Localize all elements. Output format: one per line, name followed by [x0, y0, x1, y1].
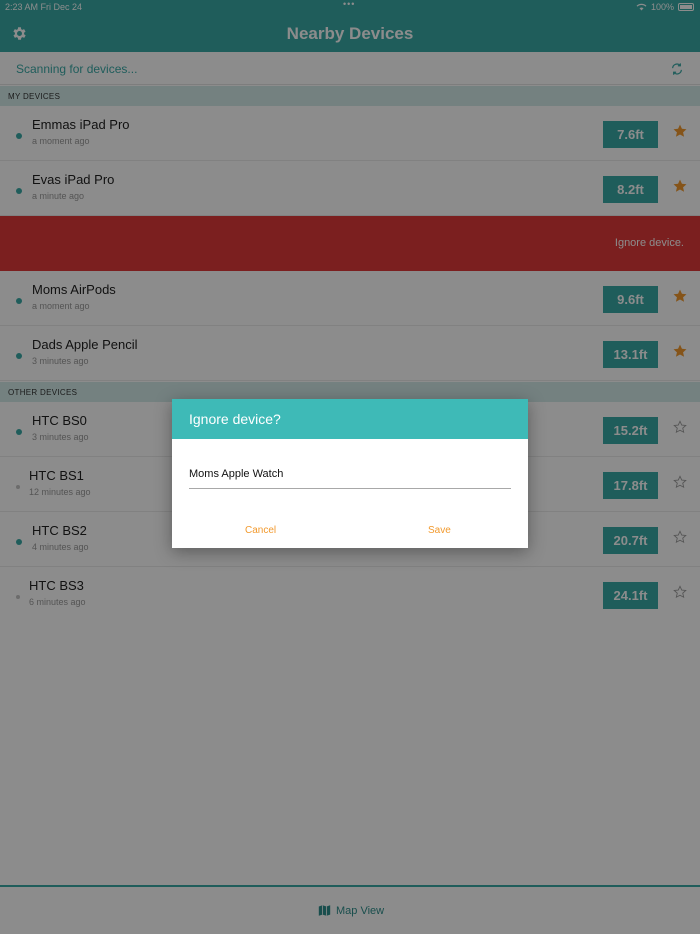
dialog-header: Ignore device? [172, 399, 528, 439]
dialog-title: Ignore device? [189, 411, 281, 427]
ignore-device-dialog: Ignore device? Cancel Save [172, 399, 528, 548]
save-button[interactable]: Save [428, 525, 451, 536]
device-name-input[interactable] [189, 459, 511, 489]
cancel-button[interactable]: Cancel [245, 525, 276, 536]
